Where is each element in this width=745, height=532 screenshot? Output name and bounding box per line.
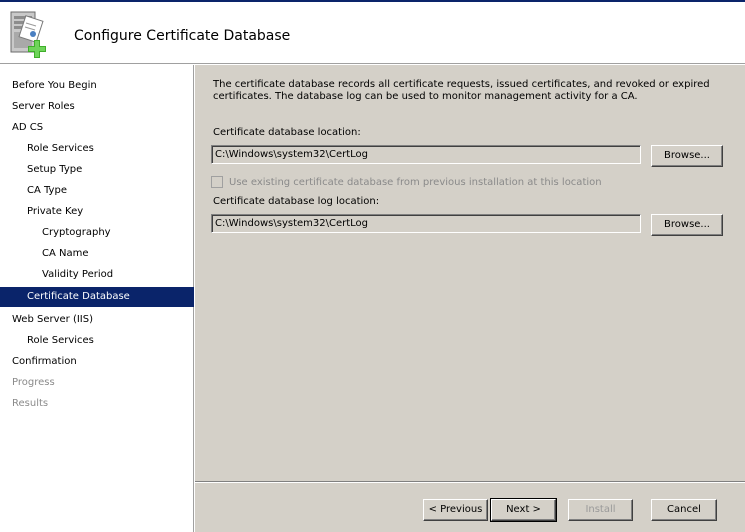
nav-before-you-begin[interactable]: Before You Begin <box>0 76 194 96</box>
use-existing-db-checkbox[interactable] <box>211 176 223 188</box>
footer-separator <box>195 481 745 483</box>
nav-results: Results <box>12 398 49 409</box>
wizard-content: The certificate database records all cer… <box>195 65 745 532</box>
nav-web-server-iis[interactable]: Web Server (IIS) <box>0 310 194 330</box>
next-button[interactable]: Next > <box>490 498 557 522</box>
install-button: Install <box>568 499 633 521</box>
db-location-label: Certificate database location: <box>213 127 361 138</box>
nav-private-key[interactable]: Private Key <box>0 202 194 222</box>
use-existing-db-label: Use existing certificate database from p… <box>229 177 602 188</box>
wizard-header: Configure Certificate Database <box>0 2 745 64</box>
db-browse-button[interactable]: Browse... <box>651 145 723 167</box>
nav-ad-cs[interactable]: AD CS <box>0 118 194 138</box>
nav-role-services[interactable]: Role Services <box>0 139 194 159</box>
nav-confirmation[interactable]: Confirmation <box>0 352 194 372</box>
wizard-navigation: Before You Begin Server Roles AD CS Role… <box>0 65 194 532</box>
nav-ca-type[interactable]: CA Type <box>0 181 194 201</box>
db-location-input[interactable]: C:\Windows\system32\CertLog <box>211 145 641 164</box>
log-location-label: Certificate database log location: <box>213 196 380 207</box>
nav-certificate-database[interactable]: Certificate Database <box>0 287 194 307</box>
log-browse-button[interactable]: Browse... <box>651 214 723 236</box>
page-title: Configure Certificate Database <box>74 28 291 44</box>
nav-web-role-services[interactable]: Role Services <box>0 331 194 351</box>
log-location-input[interactable]: C:\Windows\system32\CertLog <box>211 214 641 233</box>
nav-setup-type[interactable]: Setup Type <box>0 160 194 180</box>
nav-validity-period[interactable]: Validity Period <box>0 265 194 285</box>
nav-progress: Progress <box>12 377 55 388</box>
server-certificate-icon <box>8 10 54 60</box>
nav-ca-name[interactable]: CA Name <box>0 244 194 264</box>
nav-server-roles[interactable]: Server Roles <box>0 97 194 117</box>
use-existing-db-row: Use existing certificate database from p… <box>211 176 602 190</box>
cancel-button[interactable]: Cancel <box>651 499 717 521</box>
description-text: The certificate database records all cer… <box>213 79 710 102</box>
nav-cryptography[interactable]: Cryptography <box>0 223 194 243</box>
previous-button[interactable]: < Previous <box>423 499 488 521</box>
